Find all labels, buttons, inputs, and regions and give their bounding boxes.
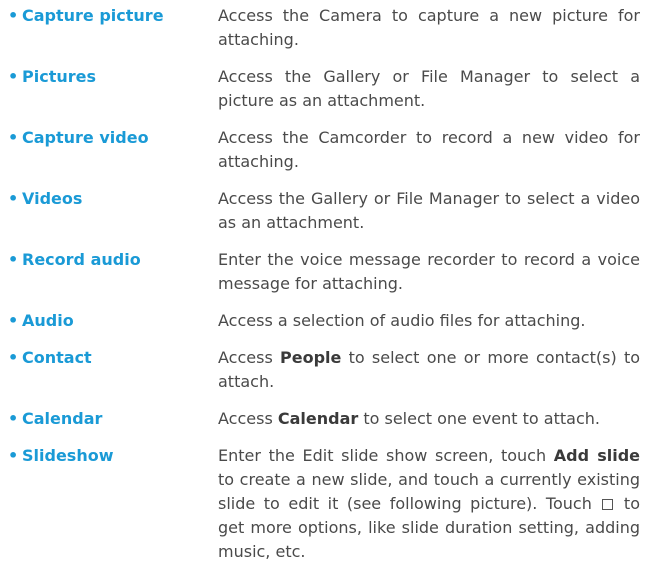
term-record-audio: Record audio (22, 250, 141, 269)
bullet: • (8, 128, 19, 147)
description-text: Access (218, 348, 281, 367)
description-text: Access (218, 409, 278, 428)
term-slideshow: Slideshow (22, 446, 114, 465)
bullet: • (8, 250, 19, 269)
term-videos: Videos (22, 189, 83, 208)
term-audio: Audio (22, 311, 74, 330)
bullet: • (8, 409, 19, 428)
description-slideshow: Enter the Edit slide show screen, touch … (218, 444, 640, 564)
term-capture-video: Capture video (22, 128, 149, 147)
description-text: to create a new slide, and touch a curre… (218, 470, 640, 513)
bullet: • (8, 189, 19, 208)
term-capture-picture: Capture picture (22, 6, 164, 25)
term-pictures: Pictures (22, 67, 96, 86)
bullet: • (8, 446, 19, 465)
description-videos: Access the Gallery or File Manager to se… (218, 189, 640, 232)
description-text: Enter the Edit slide show screen, touch (218, 446, 554, 465)
description-audio: Access a selection of audio files for at… (218, 311, 586, 330)
bullet: • (8, 67, 19, 86)
description-record-audio: Enter the voice message recorder to reco… (218, 250, 640, 293)
menu-square-icon (602, 499, 614, 510)
description-capture-picture: Access the Camera to capture a new pictu… (218, 6, 640, 49)
add-slide-label: Add slide (553, 446, 641, 465)
description-calendar: Access Calendar to select one event to a… (218, 407, 640, 431)
people-app-name: People (280, 348, 342, 367)
calendar-app-name: Calendar (277, 409, 359, 428)
term-calendar: Calendar (22, 409, 103, 428)
description-capture-video: Access the Camcorder to record a new vid… (218, 128, 640, 171)
description-text: to select one event to attach. (358, 409, 600, 428)
bullet: • (8, 6, 19, 25)
bullet: • (8, 348, 19, 367)
description-pictures: Access the Gallery or File Manager to se… (218, 67, 640, 110)
bullet: • (8, 311, 19, 330)
term-contact: Contact (22, 348, 92, 367)
description-contact: Access People to select one or more cont… (218, 346, 640, 394)
